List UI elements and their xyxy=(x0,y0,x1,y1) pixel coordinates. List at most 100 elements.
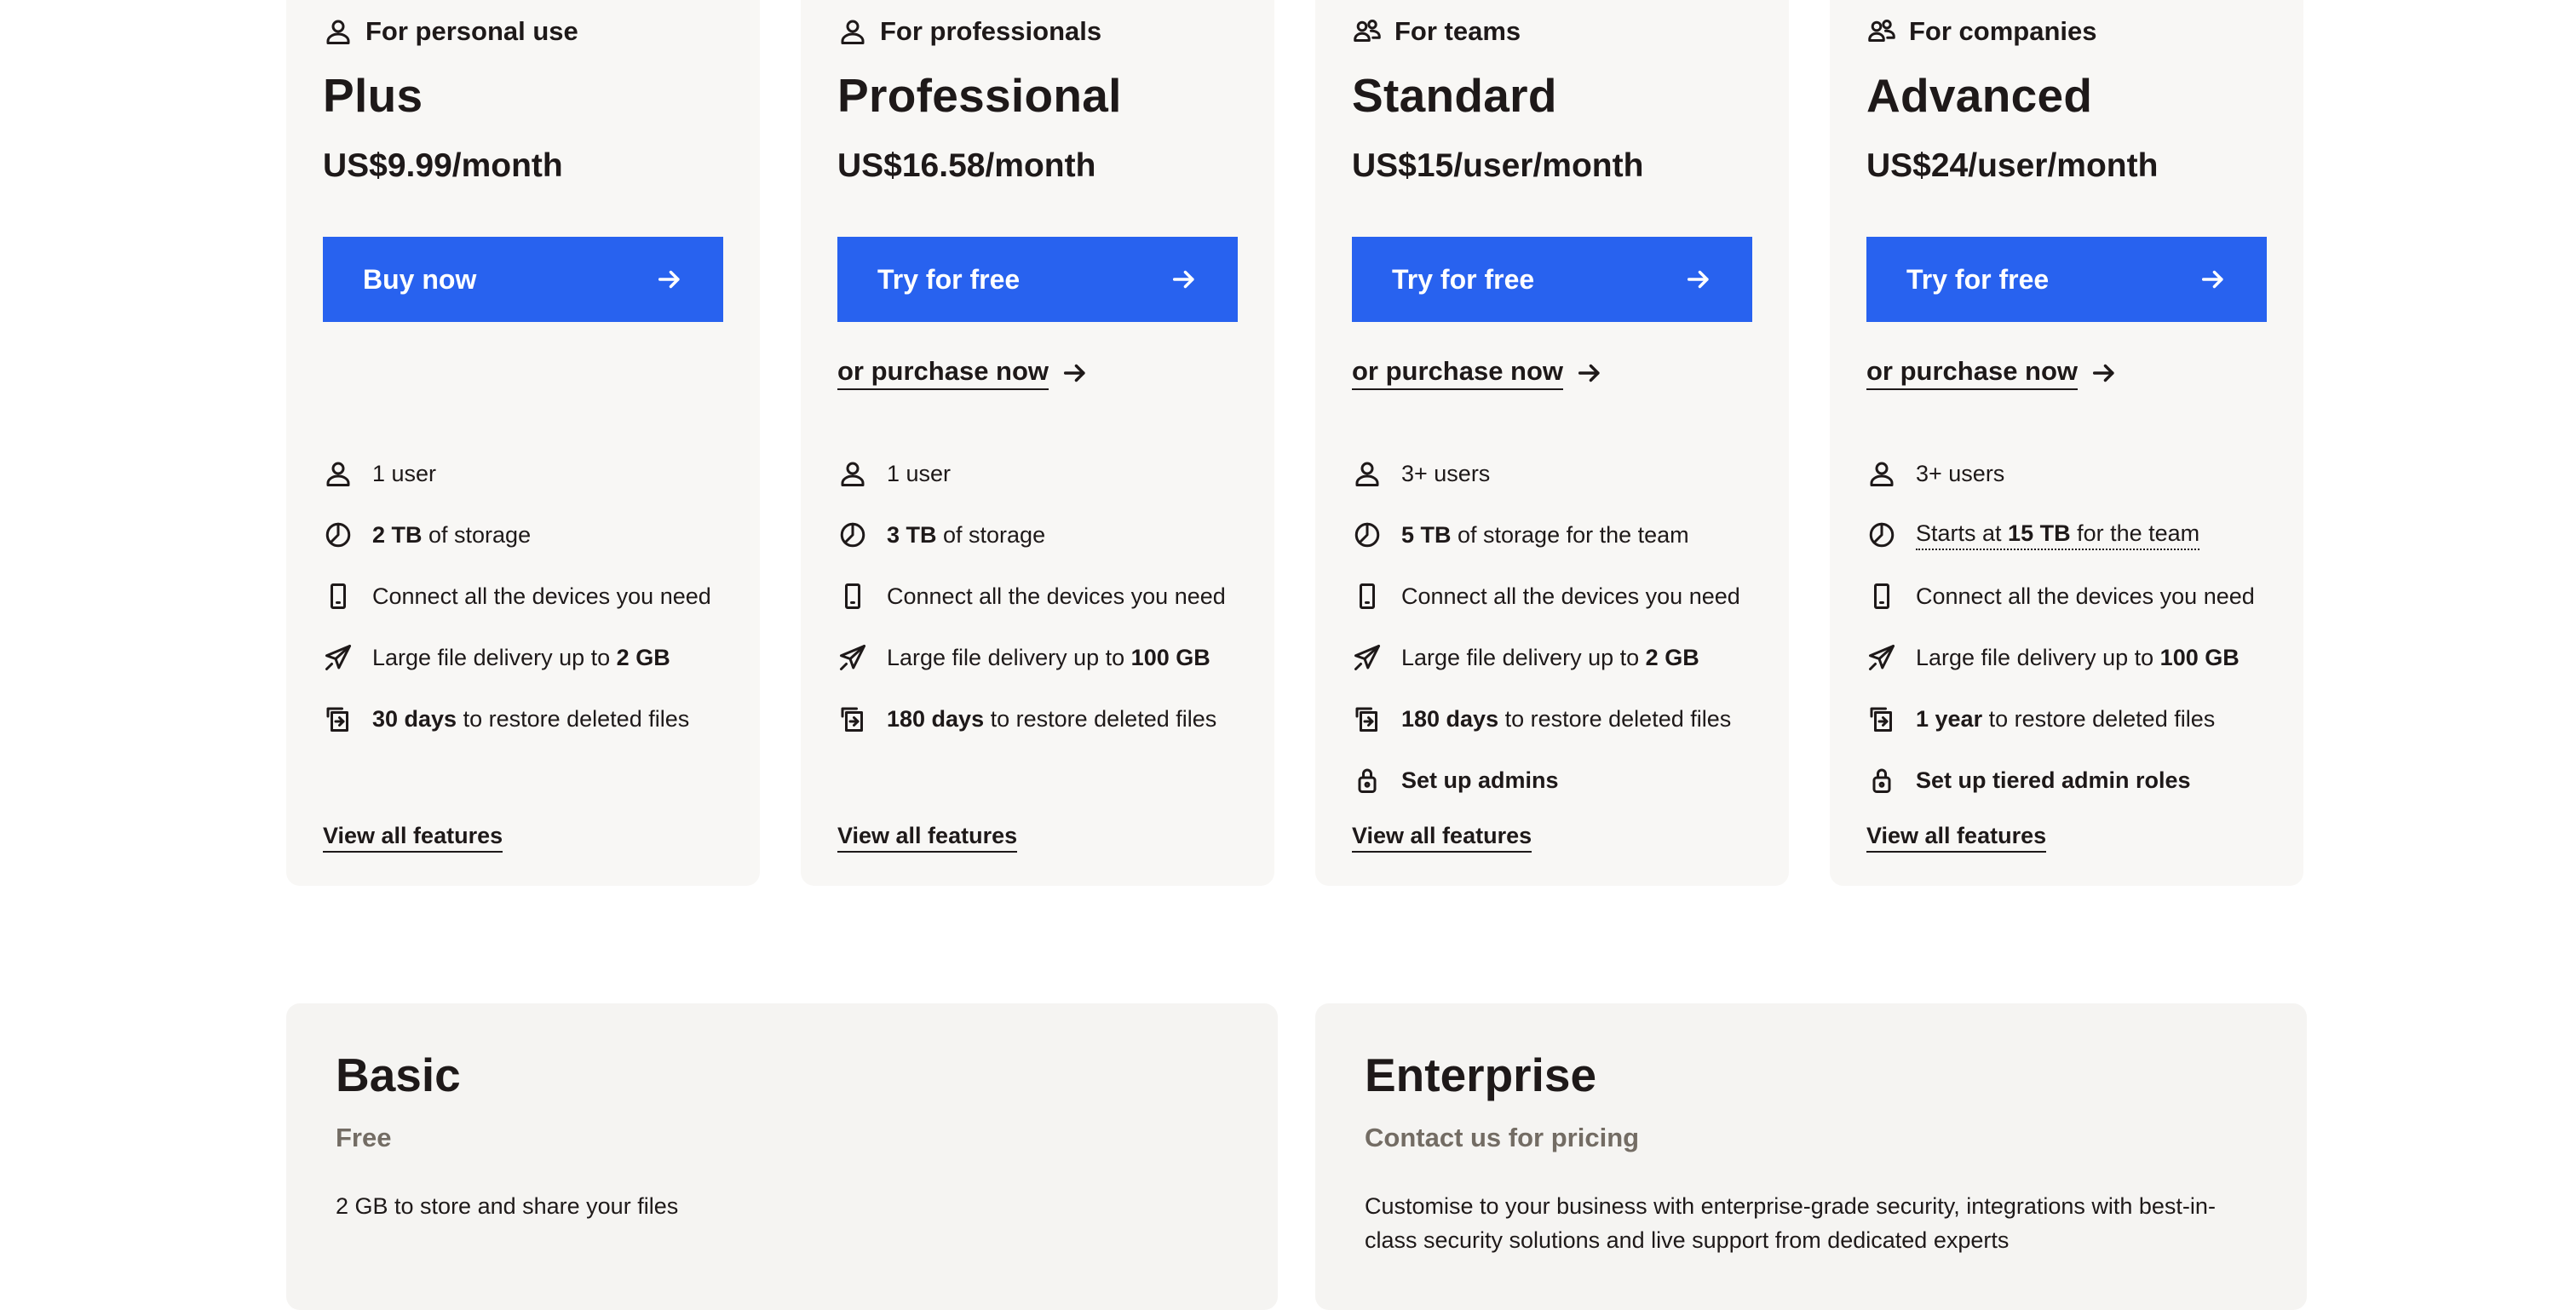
feature-text: Large file delivery up to 100 GB xyxy=(1916,644,2240,670)
feature-text: Set up admins xyxy=(1401,767,1559,793)
feature-list: 3+ users 5 TB of storage for the team Conn… xyxy=(1352,443,1740,811)
arrow-right-icon xyxy=(1064,364,1085,382)
storage-pie-icon xyxy=(1354,522,1380,548)
person-icon xyxy=(326,20,350,44)
try-for-free-button[interactable]: Try for free xyxy=(837,237,1238,322)
plan-audience: For teams xyxy=(1352,13,1521,50)
plan-price: Contact us for pricing xyxy=(1365,1123,1640,1152)
feature-item: 30 days to restore deleted files xyxy=(323,688,711,750)
plan-audience: For companies xyxy=(1866,13,2097,50)
plan-card-standard: For teams Standard US$15/user/month Try … xyxy=(1315,0,1789,886)
plan-audience: For personal use xyxy=(323,13,578,50)
feature-text: Large file delivery up to 100 GB xyxy=(887,644,1210,670)
feature-text[interactable]: Starts at 15 TB for the team xyxy=(1916,520,2200,550)
plan-card-professional: For professionals Professional US$16.58/… xyxy=(801,0,1274,886)
try-for-free-button[interactable]: Try for free xyxy=(1866,237,2267,322)
try-for-free-button[interactable]: Try for free xyxy=(1352,237,1752,322)
pricing-section: For personal use Plus US$9.99/month Buy … xyxy=(0,0,2576,1310)
plan-name: Enterprise xyxy=(1365,1049,1597,1101)
feature-list: 1 user 3 TB of storage Connect all the dev… xyxy=(837,443,1226,750)
buy-now-button[interactable]: Buy now xyxy=(323,237,723,322)
restore-files-icon xyxy=(841,707,863,732)
feature-item: Starts at 15 TB for the team xyxy=(1866,504,2255,566)
feature-item: 180 days to restore deleted files xyxy=(837,688,1226,750)
view-all-features-link[interactable]: View all features xyxy=(1352,823,1532,853)
feature-item: Large file delivery up to 2 GB xyxy=(1352,627,1740,688)
feature-item: 1 year to restore deleted files xyxy=(1866,688,2255,750)
feature-item: 5 TB of storage for the team xyxy=(1352,504,1740,566)
lock-icon xyxy=(1358,768,1377,793)
feature-text: 2 TB of storage xyxy=(372,521,532,548)
person-icon xyxy=(326,462,350,486)
person-icon xyxy=(841,462,865,486)
plan-name: Professional xyxy=(837,69,1122,122)
storage-pie-icon xyxy=(325,522,351,548)
plan-card-plus: For personal use Plus US$9.99/month Buy … xyxy=(286,0,760,886)
send-plane-icon xyxy=(325,645,351,670)
person-icon xyxy=(841,20,865,44)
feature-text: 1 year to restore deleted files xyxy=(1916,705,2216,732)
feature-item: Connect all the devices you need xyxy=(837,566,1226,627)
feature-text: 180 days to restore deleted files xyxy=(887,705,1217,732)
restore-files-icon xyxy=(1355,707,1377,732)
feature-text: Connect all the devices you need xyxy=(372,583,711,609)
feature-text: Connect all the devices you need xyxy=(1401,583,1740,609)
feature-text: 3 TB of storage xyxy=(887,521,1046,548)
feature-item: 3+ users xyxy=(1866,443,2255,504)
feature-item: Set up admins xyxy=(1352,750,1740,811)
feature-text: Set up tiered admin roles xyxy=(1916,767,2191,793)
send-plane-icon xyxy=(1354,645,1380,670)
feature-item: 1 user xyxy=(837,443,1226,504)
plan-name: Basic xyxy=(336,1049,461,1101)
view-all-features-link[interactable]: View all features xyxy=(1866,823,2047,853)
plan-name: Standard xyxy=(1352,69,1557,122)
view-all-features-link[interactable]: View all features xyxy=(837,823,1018,853)
arrow-right-icon xyxy=(2093,364,2114,382)
mobile-device-icon xyxy=(1360,583,1375,609)
plan-card-advanced: For companies Advanced US$24/user/month … xyxy=(1830,0,2303,886)
feature-text: Large file delivery up to 2 GB xyxy=(372,644,670,670)
purchase-now-link[interactable]: or purchase now xyxy=(1866,356,2119,390)
mobile-device-icon xyxy=(1874,583,1889,609)
team-icon xyxy=(1354,20,1381,42)
feature-item: Large file delivery up to 2 GB xyxy=(323,627,711,688)
plan-price: US$9.99/month xyxy=(323,147,563,184)
feature-text: 1 user xyxy=(887,460,952,486)
feature-text: Connect all the devices you need xyxy=(887,583,1226,609)
plan-description: 2 GB to store and share your files xyxy=(336,1193,679,1219)
purchase-now-link[interactable]: or purchase now xyxy=(1352,356,1604,390)
storage-pie-icon xyxy=(840,522,865,548)
view-all-features-link[interactable]: View all features xyxy=(323,823,503,853)
feature-item: 1 user xyxy=(323,443,711,504)
lock-icon xyxy=(1872,768,1891,793)
plan-price: US$16.58/month xyxy=(837,147,1096,184)
feature-item: Large file delivery up to 100 GB xyxy=(1866,627,2255,688)
feature-item: 2 TB of storage xyxy=(323,504,711,566)
feature-text: 1 user xyxy=(372,460,437,486)
feature-text: 180 days to restore deleted files xyxy=(1401,705,1732,732)
arrow-right-icon xyxy=(658,270,680,289)
feature-item: Connect all the devices you need xyxy=(1352,566,1740,627)
feature-text: 30 days to restore deleted files xyxy=(372,705,690,732)
basic-plan-card: Basic Free 2 GB to store and share your … xyxy=(286,1003,1278,1310)
feature-item: Large file delivery up to 100 GB xyxy=(837,627,1226,688)
person-icon xyxy=(1355,462,1379,486)
arrow-right-icon xyxy=(2201,270,2223,289)
feature-text: 5 TB of storage for the team xyxy=(1401,521,1689,548)
arrow-right-icon xyxy=(1172,270,1194,289)
feature-item: 3 TB of storage xyxy=(837,504,1226,566)
feature-text: 3+ users xyxy=(1916,460,2005,486)
purchase-now-link[interactable]: or purchase now xyxy=(837,356,1090,390)
feature-item: Connect all the devices you need xyxy=(1866,566,2255,627)
feature-text: 3+ users xyxy=(1401,460,1491,486)
feature-list: 3+ users Starts at 15 TB for the team Conn… xyxy=(1866,443,2255,811)
plan-name: Plus xyxy=(323,69,423,122)
enterprise-plan-card: Enterprise Contact us for pricing Custom… xyxy=(1315,1003,2307,1310)
feature-item: 3+ users xyxy=(1352,443,1740,504)
send-plane-icon xyxy=(840,645,865,670)
arrow-right-icon xyxy=(1687,270,1709,289)
feature-text: Large file delivery up to 2 GB xyxy=(1401,644,1699,670)
restore-files-icon xyxy=(1870,707,1892,732)
plan-price: US$24/user/month xyxy=(1866,147,2159,184)
send-plane-icon xyxy=(1869,645,1895,670)
